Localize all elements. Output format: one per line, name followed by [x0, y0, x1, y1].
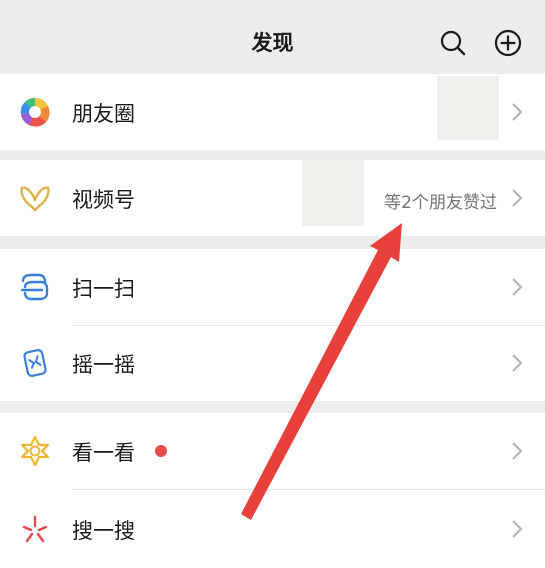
scan-icon — [17, 269, 53, 305]
row-search[interactable]: 搜一搜 — [0, 491, 545, 567]
search-sparkle-icon — [17, 511, 53, 547]
scan-label: 扫一扫 — [72, 277, 135, 301]
chevron-right-icon — [511, 102, 523, 122]
group-scan-shake: 扫一扫 摇一摇 — [0, 249, 545, 401]
channels-butterfly-icon — [17, 180, 53, 216]
shake-icon — [17, 345, 53, 381]
chevron-right-icon — [511, 519, 523, 539]
row-channels[interactable]: 视频号 等2个朋友赞过 — [0, 160, 545, 236]
row-moments[interactable]: 朋友圈 — [0, 74, 545, 150]
channels-label: 视频号 — [72, 188, 135, 212]
moments-aperture-icon — [17, 94, 53, 130]
channels-likes-note: 等2个朋友赞过 — [384, 193, 497, 213]
top-stories-star-icon — [17, 433, 53, 469]
chevron-right-icon — [511, 441, 523, 461]
shake-label: 摇一摇 — [72, 353, 135, 377]
row-shake[interactable]: 摇一摇 — [0, 325, 545, 401]
chevron-right-icon — [511, 353, 523, 373]
red-dot-badge — [155, 445, 167, 457]
chevron-right-icon — [511, 277, 523, 297]
top-bar: 发现 — [0, 0, 545, 74]
channels-thumbnail — [302, 160, 364, 226]
search-label: 搜一搜 — [72, 519, 135, 543]
group-moments: 朋友圈 — [0, 74, 545, 150]
group-channels: 视频号 等2个朋友赞过 — [0, 160, 545, 236]
top-stories-label: 看一看 — [72, 441, 135, 465]
group-stories-search: 看一看 搜一搜 — [0, 413, 545, 568]
moments-thumbnail — [437, 76, 499, 140]
row-top-stories[interactable]: 看一看 — [0, 413, 545, 489]
plus-circle-icon[interactable] — [492, 27, 524, 59]
search-icon[interactable] — [437, 27, 469, 59]
moments-label: 朋友圈 — [72, 102, 135, 126]
row-divider — [72, 489, 545, 490]
row-scan[interactable]: 扫一扫 — [0, 249, 545, 325]
chevron-right-icon — [511, 188, 523, 208]
